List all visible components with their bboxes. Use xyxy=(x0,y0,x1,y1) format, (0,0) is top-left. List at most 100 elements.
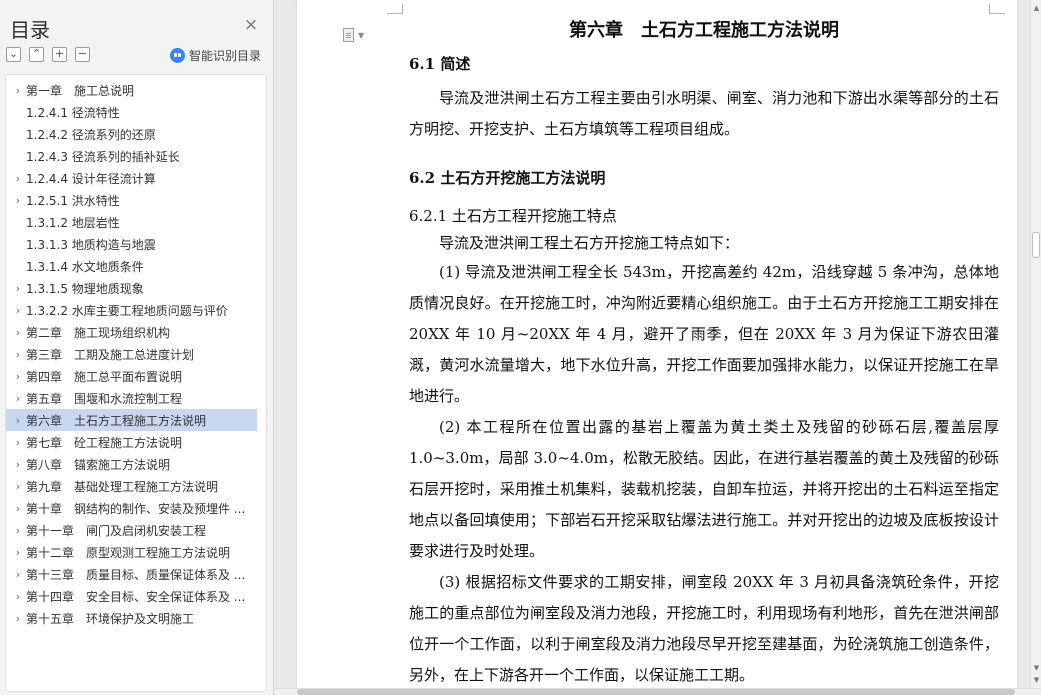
toc-item[interactable]: 1.3.1.2 地层岩性 xyxy=(6,211,266,233)
toc-item[interactable]: › 第十章 钢结构的制作、安装及预埋件 ... xyxy=(6,497,266,519)
toc-item-label: 第五章 围堰和水流控制工程 xyxy=(26,391,183,406)
expand-all-button[interactable]: ⌃ xyxy=(29,47,44,62)
toc-item-label: 第十五章 环境保护及文明施工 xyxy=(26,611,195,626)
chevron-right-icon[interactable]: › xyxy=(6,392,26,405)
toc-item[interactable]: › 第四章 施工总平面布置说明 xyxy=(6,365,266,387)
section-heading: 6.1 简述 xyxy=(409,55,471,73)
toc-list-container: › 第一章 施工总说明 1.2.4.1 径流特性 1.2.4.2 径流系列的还原 1.2… xyxy=(5,74,267,692)
toc-toolbar: ⌄ ⌃ + − xyxy=(6,47,90,63)
chevron-right-icon[interactable]: › xyxy=(6,326,26,339)
chevron-right-icon[interactable]: › xyxy=(6,172,26,185)
toc-item[interactable]: › 第五章 围堰和水流控制工程 xyxy=(6,387,266,409)
toc-item-label: 第二章 施工现场组织机构 xyxy=(26,325,171,340)
chevron-right-icon[interactable]: › xyxy=(6,546,26,559)
toc-item[interactable]: › 1.3.1.5 物理地质现象 xyxy=(6,277,266,299)
promote-level-button[interactable]: + xyxy=(52,47,67,62)
robot-icon xyxy=(170,47,185,63)
toc-item[interactable]: › 第二章 施工现场组织机构 xyxy=(6,321,266,343)
collapse-all-button[interactable]: ⌄ xyxy=(6,47,21,62)
margin-corner-mark xyxy=(387,4,403,14)
toc-item[interactable]: › 第十三章 质量目标、质量保证体系及 ... xyxy=(6,563,266,585)
scroll-thumb[interactable] xyxy=(1032,232,1040,258)
toc-item-label: 1.2.5.1 洪水特性 xyxy=(26,193,120,208)
toc-item[interactable]: › 第十五章 环境保护及文明施工 xyxy=(6,607,266,629)
toc-item[interactable]: › 1.3.2.2 水库主要工程地质问题与评价 xyxy=(6,299,266,321)
toc-item[interactable]: 1.3.1.3 地质构造与地震 xyxy=(6,233,266,255)
smart-toc-label: 智能识别目录 xyxy=(189,48,262,63)
chevron-right-icon[interactable]: › xyxy=(6,524,26,537)
chevron-right-icon[interactable]: › xyxy=(6,568,26,581)
toc-item-label: 1.2.4.1 径流特性 xyxy=(26,105,120,120)
toc-item[interactable]: 1.2.4.2 径流系列的还原 xyxy=(6,123,266,145)
toc-item[interactable]: 1.2.4.3 径流系列的插补延长 xyxy=(6,145,266,167)
document-viewport: ▼ 第六章 土石方工程施工方法说明 6.1 简述 导流及泄洪闸土石方工程主要由引… xyxy=(275,0,1030,688)
toc-item-label: 第十四章 安全目标、安全保证体系及 ... xyxy=(26,589,246,604)
chevron-right-icon[interactable]: › xyxy=(6,436,26,449)
chevron-right-icon[interactable]: › xyxy=(6,480,26,493)
toc-item[interactable]: › 第八章 锚索施工方法说明 xyxy=(6,453,266,475)
vertical-scrollbar[interactable]: ▲ ▼ ▼ xyxy=(1030,0,1041,688)
toc-item-label: 1.2.4.2 径流系列的还原 xyxy=(26,127,156,142)
chevron-right-icon[interactable]: › xyxy=(6,282,26,295)
page-icon xyxy=(343,28,354,42)
toc-item-label: 第九章 基础处理工程施工方法说明 xyxy=(26,479,219,494)
toc-item-label: 1.2.4.3 径流系列的插补延长 xyxy=(26,149,180,164)
toc-item[interactable]: › 第十四章 安全目标、安全保证体系及 ... xyxy=(6,585,266,607)
toc-list: › 第一章 施工总说明 1.2.4.1 径流特性 1.2.4.2 径流系列的还原 1.2… xyxy=(6,75,266,629)
toc-item[interactable]: 1.2.4.1 径流特性 xyxy=(6,101,266,123)
toc-item-label: 1.2.4.4 设计年径流计算 xyxy=(26,171,156,186)
chapter-heading: 第六章 土石方工程施工方法说明 xyxy=(569,20,839,41)
toc-item[interactable]: › 第七章 砼工程施工方法说明 xyxy=(6,431,266,453)
toc-item-label: 第十二章 原型观测工程施工方法说明 xyxy=(26,545,231,560)
paragraph: (1) 导流及泄洪闸工程全长 543m，开挖高差约 42m，沿线穿越 5 条冲沟… xyxy=(409,263,999,405)
toc-item[interactable]: › 第十一章 闸门及启闭机安装工程 xyxy=(6,519,266,541)
paragraph: (2) 本工程所在位置出露的基岩上覆盖为黄土类土及残留的砂砾石层,覆盖层厚 1.… xyxy=(409,418,999,560)
margin-corner-mark xyxy=(989,4,1005,14)
toc-item-label: 第六章 土石方工程施工方法说明 xyxy=(26,413,207,428)
dropdown-arrow-icon: ▼ xyxy=(358,31,365,40)
paragraph: 导流及泄洪闸工程土石方开挖施工特点如下： xyxy=(439,234,740,252)
toc-item[interactable]: › 第十二章 原型观测工程施工方法说明 xyxy=(6,541,266,563)
document-menu-icon[interactable]: ▼ xyxy=(343,28,367,44)
toc-item[interactable]: › 第六章 土石方工程施工方法说明 xyxy=(6,409,257,431)
document-page: ▼ 第六章 土石方工程施工方法说明 6.1 简述 导流及泄洪闸土石方工程主要由引… xyxy=(297,0,1017,688)
subsection-heading: 6.2.1 土石方工程开挖施工特点 xyxy=(409,207,617,225)
chevron-right-icon[interactable]: › xyxy=(6,370,26,383)
toc-item-label: 1.3.1.4 水文地质条件 xyxy=(26,259,144,274)
toc-pane: 目录 × ⌄ ⌃ + − 智能识别目录 › 第一章 施工总说明 1.2.4.1 径流… xyxy=(0,0,274,695)
chevron-right-icon[interactable]: › xyxy=(6,194,26,207)
chevron-right-icon[interactable]: › xyxy=(6,414,26,427)
toc-item-label: 第八章 锚索施工方法说明 xyxy=(26,457,171,472)
scroll-thumb[interactable] xyxy=(297,689,1015,695)
paragraph: 导流及泄洪闸土石方工程主要由引水明渠、闸室、消力池和下游出水渠等部分的土石方明挖… xyxy=(409,89,999,138)
chevron-right-icon[interactable]: › xyxy=(6,348,26,361)
document-content: 第六章 土石方工程施工方法说明 6.1 简述 导流及泄洪闸土石方工程主要由引水明… xyxy=(409,16,999,688)
horizontal-scrollbar[interactable] xyxy=(275,688,1041,695)
chevron-right-icon[interactable]: › xyxy=(6,84,26,97)
close-icon[interactable]: × xyxy=(242,16,260,34)
toc-item[interactable]: › 第一章 施工总说明 xyxy=(6,79,266,101)
paragraph: (3) 根据招标文件要求的工期安排，闸室段 20XX 年 3 月初具备浇筑砼条件… xyxy=(409,573,999,684)
chevron-right-icon[interactable]: › xyxy=(6,458,26,471)
toc-item-label: 1.3.1.3 地质构造与地震 xyxy=(26,237,156,252)
scroll-down-icon[interactable]: ▼ xyxy=(1032,664,1041,672)
toc-item-label: 第七章 砼工程施工方法说明 xyxy=(26,435,183,450)
toc-item[interactable]: › 1.2.5.1 洪水特性 xyxy=(6,189,266,211)
toc-item-label: 第四章 施工总平面布置说明 xyxy=(26,369,183,384)
toc-item[interactable]: › 第三章 工期及施工总进度计划 xyxy=(6,343,266,365)
chevron-right-icon[interactable]: › xyxy=(6,502,26,515)
chevron-right-icon[interactable]: › xyxy=(6,304,26,317)
toc-item[interactable]: › 第九章 基础处理工程施工方法说明 xyxy=(6,475,266,497)
toc-item[interactable]: › 1.2.4.4 设计年径流计算 xyxy=(6,167,266,189)
scroll-up-icon[interactable]: ▲ xyxy=(1032,4,1041,12)
toc-item-label: 第三章 工期及施工总进度计划 xyxy=(26,347,195,362)
chevron-right-icon[interactable]: › xyxy=(6,590,26,603)
toc-item[interactable]: 1.3.1.4 水文地质条件 xyxy=(6,255,266,277)
chevron-right-icon[interactable]: › xyxy=(6,612,26,625)
scroll-down-icon[interactable]: ▼ xyxy=(1032,676,1041,684)
smart-toc-button[interactable]: 智能识别目录 xyxy=(170,47,261,63)
demote-level-button[interactable]: − xyxy=(75,47,90,62)
toc-item-label: 1.3.1.5 物理地质现象 xyxy=(26,281,144,296)
toc-item-label: 第十一章 闸门及启闭机安装工程 xyxy=(26,523,207,538)
toc-title: 目录 xyxy=(10,18,50,42)
